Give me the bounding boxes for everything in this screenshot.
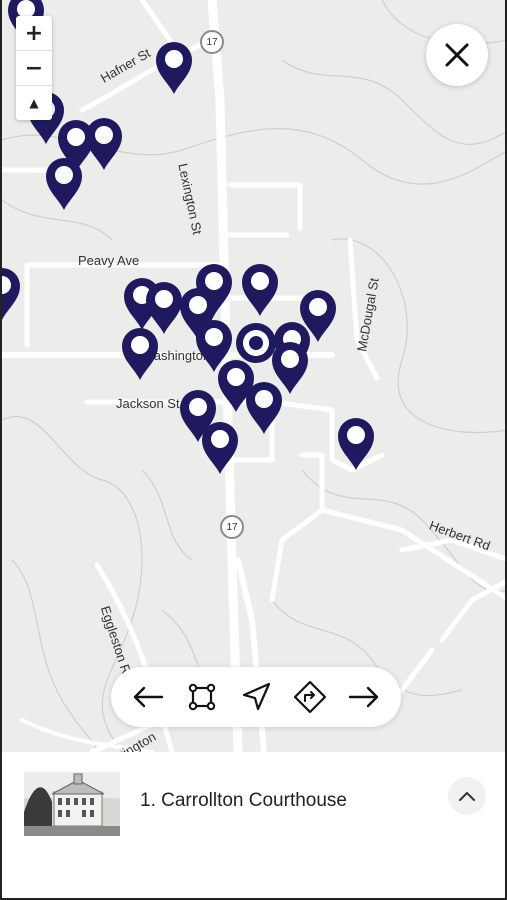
compass-north-button[interactable]: ▲ xyxy=(16,85,52,120)
selected-marker-ring xyxy=(243,330,269,356)
courthouse-photo xyxy=(24,772,120,836)
directions-icon xyxy=(293,680,327,714)
map-pin-icon xyxy=(122,328,158,380)
map-pin-icon xyxy=(246,382,282,434)
zoom-out-button[interactable]: − xyxy=(16,50,52,85)
navigation-icon xyxy=(242,682,271,711)
next-button[interactable] xyxy=(344,677,384,717)
map-pin-icon xyxy=(46,158,82,210)
location-pin[interactable] xyxy=(154,40,194,96)
arrow-right-icon xyxy=(348,686,379,708)
map-pin-icon xyxy=(242,264,278,316)
zoom-control: + − ▲ xyxy=(16,16,52,120)
selected-location-marker[interactable] xyxy=(236,323,276,363)
road-label-peavy: Peavy Ave xyxy=(78,253,140,268)
location-pin[interactable] xyxy=(2,266,22,322)
place-panel: 1. Carrollton Courthouse xyxy=(0,752,507,900)
location-pin[interactable] xyxy=(44,156,84,212)
selected-marker-dot xyxy=(249,336,263,350)
place-thumbnail[interactable] xyxy=(24,772,120,836)
expand-panel-button[interactable] xyxy=(448,777,486,815)
location-pin[interactable] xyxy=(336,416,376,472)
map-pin-icon xyxy=(2,268,20,320)
previous-button[interactable] xyxy=(128,677,168,717)
close-button[interactable] xyxy=(426,24,488,86)
directions-button[interactable] xyxy=(290,677,330,717)
close-icon xyxy=(445,43,469,67)
map-toolbar xyxy=(111,667,401,727)
chevron-up-icon xyxy=(459,792,475,801)
map[interactable]: Hafner St Lexington St Peavy Ave Washing… xyxy=(0,0,507,752)
location-pin[interactable] xyxy=(120,326,160,382)
location-pin[interactable] xyxy=(200,420,240,476)
zoom-in-button[interactable]: + xyxy=(16,16,52,50)
map-pin-icon xyxy=(202,422,238,474)
locate-button[interactable] xyxy=(236,677,276,717)
arrow-left-icon xyxy=(133,686,164,708)
route-shield-17: 17 xyxy=(200,30,224,54)
road-label-jackson: Jackson St xyxy=(116,396,180,411)
fit-bounds-button[interactable] xyxy=(182,677,222,717)
place-title[interactable]: 1. Carrollton Courthouse xyxy=(140,790,347,812)
location-pin[interactable] xyxy=(244,380,284,436)
location-pin[interactable] xyxy=(240,262,280,318)
route-shield-17-south: 17 xyxy=(220,515,244,539)
map-pin-icon xyxy=(86,118,122,170)
location-pin[interactable] xyxy=(84,116,124,172)
fit-bounds-icon xyxy=(188,683,216,711)
map-pin-icon xyxy=(338,418,374,470)
map-pin-icon xyxy=(156,42,192,94)
